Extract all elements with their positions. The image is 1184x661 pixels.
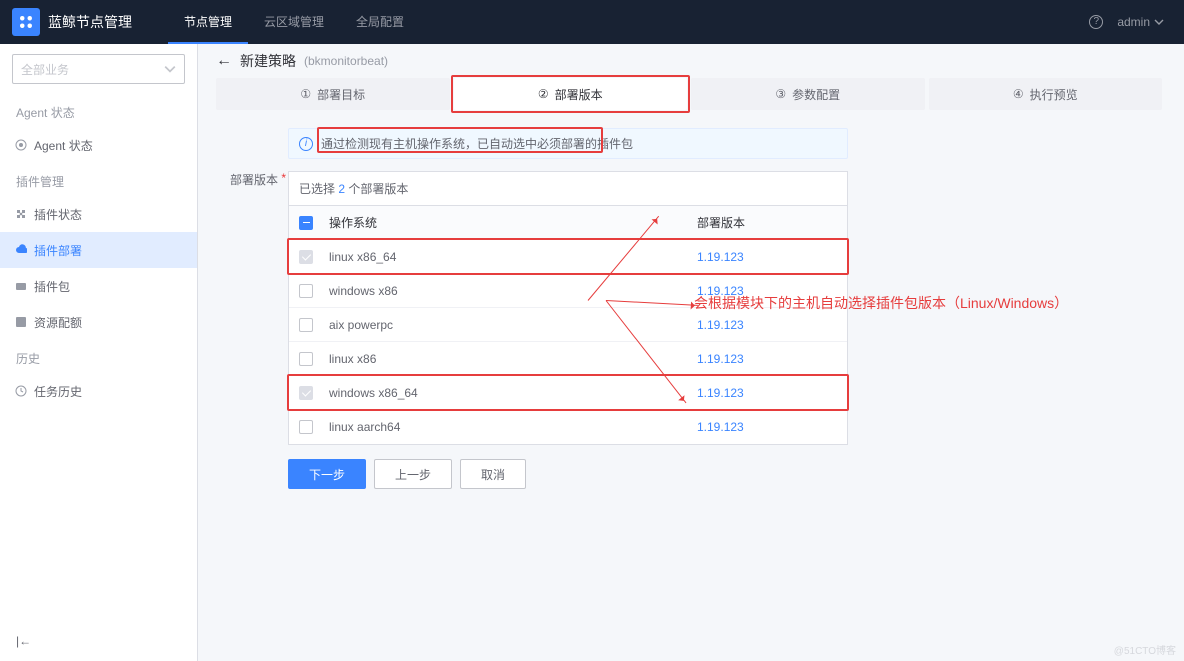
col-os: 操作系统 — [329, 214, 697, 231]
row-checkbox[interactable] — [299, 318, 313, 332]
sidebar: 全部业务 Agent 状态Agent 状态插件管理插件状态插件部署插件包资源配额… — [0, 44, 198, 661]
version-link[interactable]: 1.19.123 — [697, 250, 744, 264]
topnav-item[interactable]: 全局配置 — [340, 0, 420, 44]
sidebar-item[interactable]: 插件包 — [0, 268, 197, 304]
sidebar-item-label: 插件包 — [34, 278, 70, 295]
table-row: linux x86_641.19.123 — [289, 240, 847, 274]
cell-os: linux x86 — [329, 352, 697, 366]
chevron-down-icon — [164, 63, 176, 75]
user-menu[interactable]: admin — [1117, 15, 1164, 29]
sidebar-item-label: 资源配额 — [34, 314, 82, 331]
quota-icon — [14, 315, 28, 329]
prev-button[interactable]: 上一步 — [374, 459, 452, 489]
step-label: 部署版本 — [555, 86, 603, 103]
next-button[interactable]: 下一步 — [288, 459, 366, 489]
annotation-text: 会根据模块下的主机自动选择插件包版本（Linux/Windows） — [694, 293, 1068, 313]
menu-group-title: Agent 状态 — [0, 94, 197, 127]
row-checkbox[interactable] — [299, 420, 313, 434]
main-area: ← 新建策略 (bkmonitorbeat) ① 部署目标 ② 部署版本 ③ 参数配置 ④执… — [198, 44, 1184, 661]
version-link[interactable]: 1.19.123 — [697, 420, 744, 434]
info-text: 通过检测现有主机操作系统，已自动选中必须部署的插件包 — [321, 135, 633, 152]
app-logo — [12, 8, 40, 36]
watermark: @51CTO博客 — [1114, 642, 1176, 657]
chevron-down-icon — [1154, 17, 1164, 27]
topnav-item[interactable]: 节点管理 — [168, 0, 248, 44]
cell-os: linux aarch64 — [329, 420, 697, 434]
selected-count: 2 — [338, 182, 345, 196]
page-title: 新建策略 — [240, 51, 296, 71]
sidebar-item[interactable]: 任务历史 — [0, 373, 197, 409]
help-icon[interactable]: ? — [1089, 15, 1103, 29]
table-row: linux x861.19.123 — [289, 342, 847, 376]
sidebar-item[interactable]: 插件部署 — [0, 232, 197, 268]
sidebar-item[interactable]: Agent 状态 — [0, 127, 197, 163]
sidebar-item[interactable]: 资源配额 — [0, 304, 197, 340]
version-link[interactable]: 1.19.123 — [697, 318, 744, 332]
row-checkbox[interactable] — [299, 352, 313, 366]
cell-os: windows x86_64 — [329, 386, 697, 400]
biz-selector[interactable]: 全部业务 — [12, 54, 185, 84]
puzzle-icon — [14, 207, 28, 221]
step-tabs: ① 部署目标 ② 部署版本 ③ 参数配置 ④ 执行预览 — [198, 78, 1184, 118]
topbar: 蓝鲸节点管理 节点管理云区域管理全局配置 ? admin — [0, 0, 1184, 44]
topnav-item[interactable]: 云区域管理 — [248, 0, 340, 44]
table-header: 操作系统 部署版本 — [289, 206, 847, 240]
box-icon — [14, 279, 28, 293]
row-checkbox[interactable] — [299, 284, 313, 298]
cell-os: aix powerpc — [329, 318, 697, 332]
sidebar-collapse[interactable]: |← — [0, 621, 197, 661]
step-number: ④ — [1013, 87, 1024, 101]
sidebar-item-label: 插件部署 — [34, 242, 82, 259]
sidebar-item-label: Agent 状态 — [34, 137, 93, 154]
step-label: 部署目标 — [317, 86, 365, 103]
step-tab[interactable]: ④ 执行预览 — [929, 78, 1163, 110]
menu-group-title: 历史 — [0, 340, 197, 373]
clock-icon — [14, 384, 28, 398]
page-subtitle: (bkmonitorbeat) — [304, 54, 388, 68]
app-title: 蓝鲸节点管理 — [48, 12, 132, 32]
step-number: ③ — [775, 87, 786, 101]
cell-os: linux x86_64 — [329, 250, 697, 264]
select-all-checkbox[interactable] — [299, 216, 313, 230]
step-label: 执行预览 — [1030, 86, 1078, 103]
table-row: aix powerpc1.19.123 — [289, 308, 847, 342]
row-checkbox — [299, 250, 313, 264]
version-link[interactable]: 1.19.123 — [697, 352, 744, 366]
step-tab[interactable]: ③ 参数配置 — [691, 78, 925, 110]
user-name: admin — [1117, 15, 1150, 29]
row-checkbox — [299, 386, 313, 400]
step-tab[interactable]: ① 部署目标 — [216, 78, 450, 110]
cancel-button[interactable]: 取消 — [460, 459, 526, 489]
table-summary: 已选择 2 个部署版本 — [289, 172, 847, 206]
collapse-icon: |← — [16, 634, 31, 648]
sidebar-item-label: 任务历史 — [34, 383, 82, 400]
step-tab[interactable]: ② 部署版本 — [454, 78, 688, 110]
cell-os: windows x86 — [329, 284, 697, 298]
table-row: linux aarch641.19.123 — [289, 410, 847, 444]
step-label: 参数配置 — [792, 86, 840, 103]
step-number: ① — [300, 87, 311, 101]
table-row: windows x86_641.19.123 — [289, 376, 847, 410]
field-label-deploy-version: 部署版本 — [216, 171, 288, 445]
top-nav: 节点管理云区域管理全局配置 — [168, 0, 420, 44]
menu-group-title: 插件管理 — [0, 163, 197, 196]
info-banner: i 通过检测现有主机操作系统，已自动选中必须部署的插件包 — [288, 128, 848, 159]
breadcrumb: ← 新建策略 (bkmonitorbeat) — [198, 44, 1184, 78]
sidebar-item[interactable]: 插件状态 — [0, 196, 197, 232]
version-link[interactable]: 1.19.123 — [697, 386, 744, 400]
biz-selector-placeholder: 全部业务 — [21, 61, 69, 78]
target-icon — [14, 138, 28, 152]
sidebar-item-label: 插件状态 — [34, 206, 82, 223]
step-number: ② — [538, 87, 549, 101]
cloud-icon — [14, 243, 28, 257]
back-arrow[interactable]: ← — [216, 52, 232, 70]
info-icon: i — [299, 137, 313, 151]
col-ver: 部署版本 — [697, 214, 837, 231]
